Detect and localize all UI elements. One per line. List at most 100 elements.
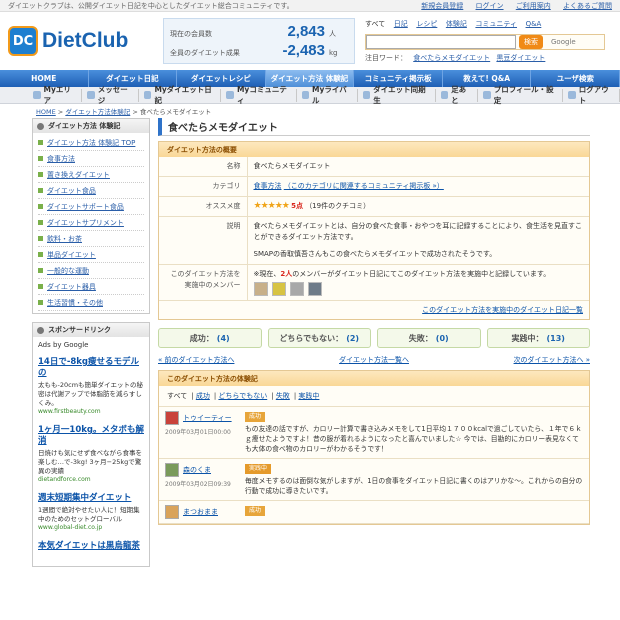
sidebar-item-lifestyle[interactable]: 生活習慣・その他 — [38, 295, 144, 311]
ad-title[interactable]: 14日で-8kg痩せるモデルの — [38, 357, 144, 379]
category-community-link[interactable]: （このカテゴリに関連するコミュニティ掲示板 »） — [284, 182, 444, 190]
scope-diary[interactable]: 日記 — [394, 20, 408, 28]
result-success[interactable]: 成功： (4) — [158, 328, 262, 348]
tab-ongoing[interactable]: 実践中 — [298, 392, 319, 400]
subnav-peers[interactable]: ダイエット同期生 — [358, 85, 436, 105]
overview-box: ダイエット方法の概要 名称 食べたらメモダイエット カテゴリ 食事方法 （このカ… — [158, 141, 590, 320]
members-label: 現在の会員数 — [170, 30, 212, 38]
category-heading-label: ダイエット方法 体験記 — [48, 122, 121, 130]
subnav-footprints[interactable]: 足あと — [436, 85, 479, 105]
ad-url: dietandforce.com — [38, 476, 91, 483]
avatar[interactable] — [307, 282, 322, 296]
subnav-label: プロフィール・設定 — [493, 85, 554, 105]
sidebar-item-food[interactable]: ダイエット食品 — [38, 183, 144, 199]
members-text-post: のメンバーがダイエット日記にてこのダイエット方法を実施中と記録しています。 — [292, 270, 551, 278]
desc-paragraph: SMAPの香取慎吾さんもこの食べたらメモダイエットで成功されたそうです。 — [253, 250, 497, 258]
author-link[interactable]: 森のくま — [183, 465, 211, 475]
subnav-label: Myライバル — [312, 85, 347, 105]
avatar[interactable] — [271, 282, 286, 296]
search-button[interactable]: 検索 — [519, 35, 543, 49]
result-label: 実践中： — [511, 333, 544, 343]
result-label: 成功： — [189, 333, 214, 343]
ad-title[interactable]: 本気ダイエットは黒烏龍茶 — [38, 541, 144, 552]
subnav-logout[interactable]: ログアウト — [563, 85, 620, 105]
breadcrumb-home[interactable]: HOME — [36, 108, 56, 116]
scope-community[interactable]: コミュニティ — [475, 20, 517, 28]
result-unit: kg — [329, 49, 338, 57]
method-list-link[interactable]: ダイエット方法一覧へ — [339, 355, 409, 365]
subnav-label: Myダイエット日記 — [154, 85, 212, 105]
scope-qa[interactable]: Q&A — [526, 20, 542, 28]
review-count: （19件のクチコミ） — [305, 202, 371, 210]
overview-table: 名称 食べたらメモダイエット カテゴリ 食事方法 （このカテゴリに関連するコミュ… — [159, 157, 589, 301]
ad-item: 1ヶ月一10kg。メタボも解消 日焼けも気にせず食べながら食事を楽しむ…で-3k… — [38, 425, 144, 483]
result-ongoing[interactable]: 実践中： (13) — [486, 328, 590, 348]
members-value: 2,843 — [287, 23, 325, 40]
sidebar-item-meal[interactable]: 食事方法 — [38, 151, 144, 167]
prev-method-link[interactable]: « 前のダイエット方法へ — [158, 355, 234, 365]
review-body: 実践中 毎度メモするのは面倒な気がしますが、1日の食事をダイエット日記に書くのは… — [245, 463, 583, 496]
search-input[interactable] — [366, 35, 516, 49]
scope-recipe[interactable]: レシピ — [416, 20, 437, 28]
guide-link[interactable]: ご利用案内 — [516, 2, 551, 10]
sidebar-item-equipment[interactable]: ダイエット器具 — [38, 279, 144, 295]
tab-neutral[interactable]: どちらでもない — [218, 392, 267, 400]
scope-review[interactable]: 体験記 — [446, 20, 467, 28]
next-method-link[interactable]: 次のダイエット方法へ » — [514, 355, 590, 365]
page-title: 食べたらメモダイエット — [158, 118, 590, 136]
avatar[interactable] — [165, 411, 179, 425]
login-link[interactable]: ログイン — [476, 2, 504, 10]
members-text-pre: ※現在、 — [253, 270, 281, 278]
ad-item: 本気ダイエットは黒烏龍茶 — [38, 541, 144, 552]
avatar[interactable] — [165, 505, 179, 519]
bullet-icon — [37, 326, 44, 334]
subnav-my-rival[interactable]: Myライバル — [297, 85, 358, 105]
author-link[interactable]: トゥイーティー — [183, 413, 232, 423]
register-link[interactable]: 新規会員登録 — [421, 2, 463, 10]
ad-title[interactable]: 1ヶ月一10kg。メタボも解消 — [38, 425, 144, 447]
sidebar-item-top[interactable]: ダイエット方法 体験記 TOP — [38, 135, 144, 151]
bullet-icon — [37, 122, 44, 130]
subnav-label: Myコミュニティ — [236, 85, 287, 105]
name-label: 名称 — [159, 157, 248, 177]
result-label: どちらでもない： — [279, 333, 344, 343]
member-avatars — [253, 280, 584, 296]
tab-failure[interactable]: 失敗 — [276, 392, 290, 400]
members-diary-link[interactable]: このダイエット方法を実施中のダイエット日記一覧 — [422, 306, 583, 314]
rival-icon — [301, 91, 310, 99]
breadcrumb-section[interactable]: ダイエット方法体験記 — [65, 108, 130, 116]
subnav-my-community[interactable]: Myコミュニティ — [221, 85, 297, 105]
category-box: ダイエット方法 体験記 ダイエット方法 体験記 TOP 食事方法 置き換えダイエ… — [32, 118, 150, 314]
avatar[interactable] — [165, 463, 179, 477]
sidebar-item-exercise[interactable]: 一般的な運動 — [38, 263, 144, 279]
sidebar-item-drink[interactable]: 飲料・お茶 — [38, 231, 144, 247]
faq-link[interactable]: よくあるご質問 — [563, 2, 612, 10]
category-link[interactable]: 食事方法 — [254, 182, 282, 190]
site-logo[interactable]: DC DietClub — [8, 26, 163, 56]
avatar[interactable] — [289, 282, 304, 296]
author-link[interactable]: まつおまま — [183, 507, 218, 517]
ad-title[interactable]: 週末短期集中ダイエット — [38, 493, 144, 504]
overview-heading: ダイエット方法の概要 — [159, 142, 589, 157]
scope-all[interactable]: すべて — [365, 20, 385, 28]
sidebar-item-supplement[interactable]: ダイエットサプリメント — [38, 215, 144, 231]
tab-success[interactable]: 成功 — [196, 392, 210, 400]
tab-all[interactable]: すべて — [167, 392, 187, 400]
logo-name: DietClub — [42, 29, 129, 52]
sidebar-item-single[interactable]: 単品ダイエット — [38, 247, 144, 263]
subnav-profile[interactable]: プロフィール・設定 — [478, 85, 564, 105]
profile-icon — [483, 91, 491, 99]
person-icon — [33, 91, 41, 99]
site-stats: 現在の会員数 2,843 人 全員のダイエット成果 -2,483 kg — [163, 18, 355, 64]
star-rating-icon: ★★★★★ — [253, 201, 290, 211]
subnav-my-diary[interactable]: Myダイエット日記 — [139, 85, 222, 105]
sidebar-item-replace[interactable]: 置き換えダイエット — [38, 167, 144, 183]
avatar[interactable] — [253, 282, 268, 296]
subnav-my-area[interactable]: Myエリア — [28, 85, 83, 105]
popular-word[interactable]: 食べたらメモダイエット — [413, 54, 490, 62]
sidebar-item-support-food[interactable]: ダイエットサポート食品 — [38, 199, 144, 215]
subnav-message[interactable]: メッセージ — [82, 85, 139, 105]
popular-word[interactable]: 黒豆ダイエット — [496, 54, 545, 62]
result-neutral[interactable]: どちらでもない： (2) — [267, 328, 371, 348]
result-failure[interactable]: 失敗： (0) — [377, 328, 481, 348]
